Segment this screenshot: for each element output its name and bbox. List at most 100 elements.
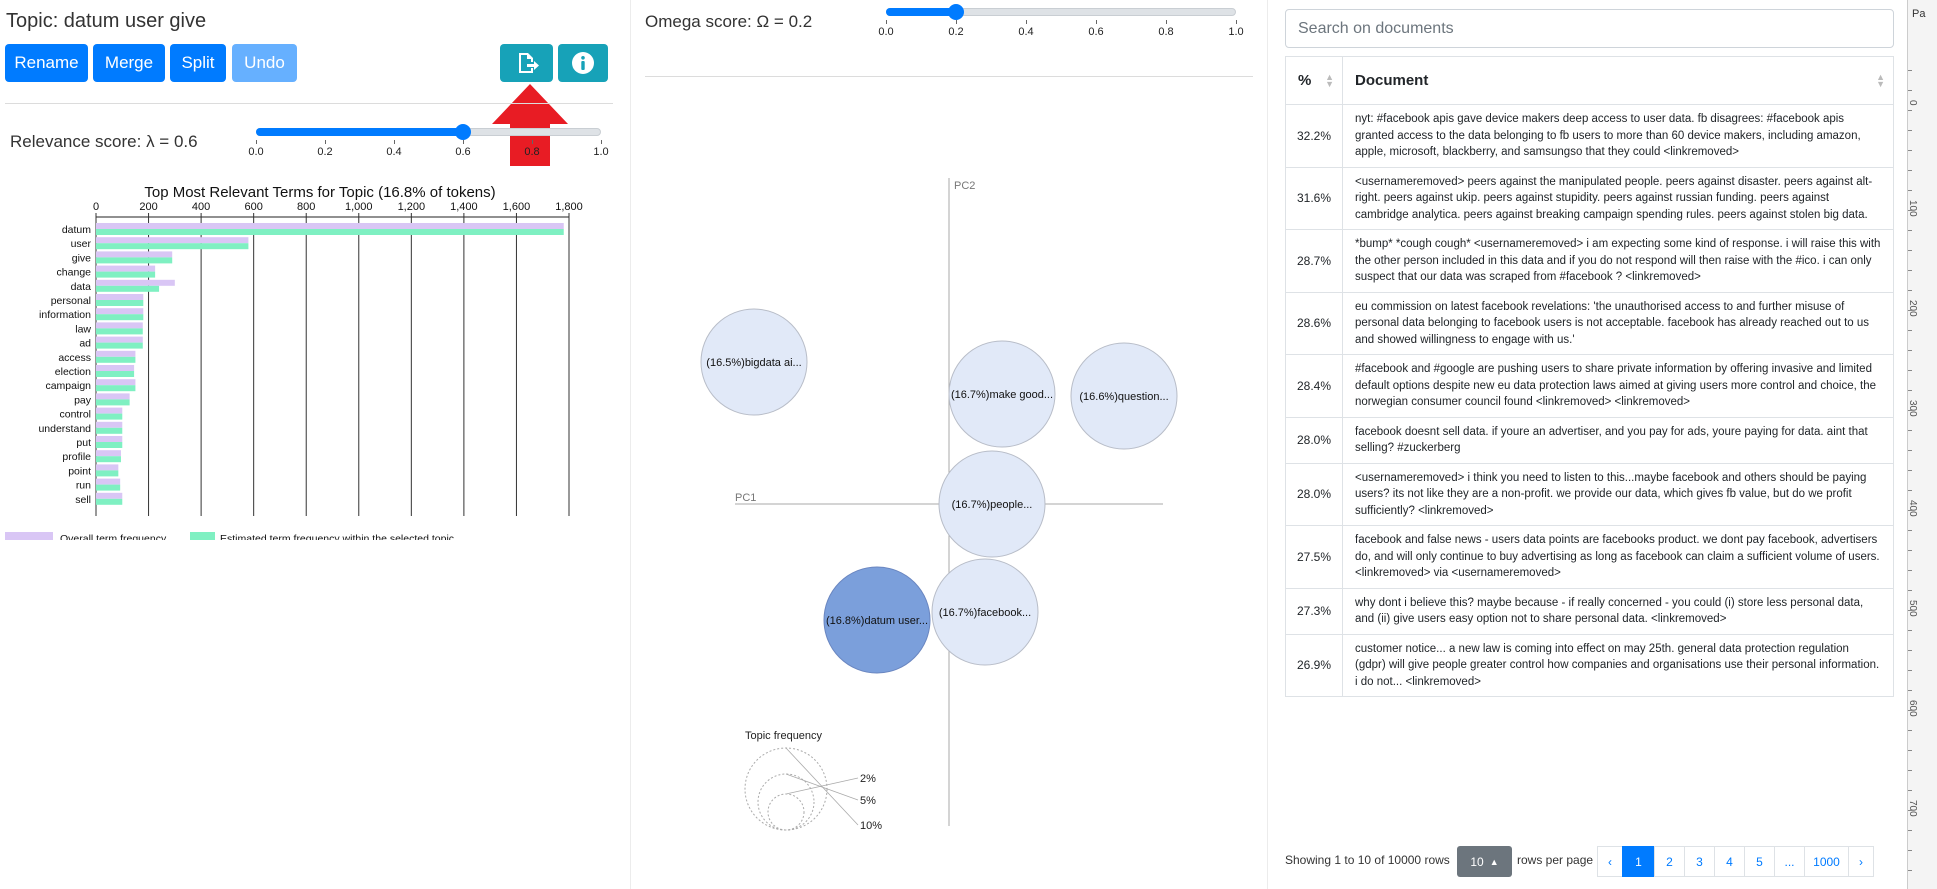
column-header-percent[interactable]: % ▲ ▼ [1285,56,1343,105]
table-row[interactable]: 28.7% *bump* *cough cough* <usernameremov… [1285,229,1894,293]
table-row[interactable]: 28.6% eu commission on latest facebook re… [1285,291,1894,355]
bar-overall[interactable] [96,478,121,485]
omega-slider[interactable]: 0.0 0.2 0.4 0.6 0.8 1.0 [878,4,1244,44]
term-bar-chart: Top Most Relevant Terms for Topic (16.8%… [5,184,583,540]
table-row[interactable]: 27.3% why dont i believe this? maybe beca… [1285,587,1894,635]
bar-overall[interactable] [96,350,136,357]
category-label: information [39,309,91,321]
relevance-slider-thumb[interactable] [455,124,471,140]
bar-topic[interactable] [96,271,156,278]
relevance-slider-tick-label: 0.0 [248,146,264,158]
bar-topic[interactable] [96,356,136,363]
omega-slider-tick-label: 0.4 [1018,26,1034,38]
ruler-tick [1908,690,1912,691]
bar-overall[interactable] [96,237,249,244]
category-label: sell [75,494,91,506]
x-tick-label: 1,200 [398,201,426,213]
page-button[interactable]: 3 [1684,846,1715,877]
bar-overall[interactable] [96,379,136,386]
category-label: point [68,465,91,477]
page-prev-button[interactable]: ‹ [1597,846,1623,877]
rows-per-page-dropdown[interactable]: 10 ▲ [1457,846,1512,877]
page-button[interactable]: ... [1774,846,1805,877]
undo-button[interactable]: Undo [232,44,297,82]
bar-topic[interactable] [96,371,135,377]
export-file-icon [518,53,539,73]
ruler-tick [1908,430,1912,431]
table-row[interactable]: 28.0% facebook doesnt sell data. if youre… [1285,416,1894,464]
relevance-slider-tick-mark [394,140,395,144]
bar-overall[interactable] [96,322,143,329]
bar-topic[interactable] [96,300,144,306]
page-button[interactable]: 1 [1622,846,1655,877]
row-document: facebook and false news - users data poi… [1342,525,1894,589]
split-button[interactable]: Split [170,44,226,82]
omega-slider-thumb[interactable] [948,4,964,20]
bar-topic[interactable] [96,257,173,264]
bar-topic[interactable] [96,285,160,292]
bar-topic[interactable] [96,314,144,321]
ruler-tick [1908,870,1912,871]
bar-topic[interactable] [96,498,123,505]
bar-topic[interactable] [96,342,143,349]
bar-overall[interactable] [96,450,121,457]
ruler-tick [1908,850,1912,851]
search-input[interactable]: Search on documents [1285,9,1894,48]
ruler-tick [1908,230,1912,231]
row-document: why dont i believe this? maybe because -… [1342,587,1894,635]
page-button[interactable]: 2 [1654,846,1685,877]
bar-overall[interactable] [96,421,123,428]
x-tick-label: 1,600 [503,201,531,213]
bar-overall[interactable] [96,436,123,442]
topic-title: Topic: datum user give [6,10,207,32]
bar-overall[interactable] [96,464,119,471]
bar-overall[interactable] [96,294,144,300]
rename-button[interactable]: Rename [5,44,88,82]
table-row[interactable]: 32.2% nyt: #facebook apis gave device mak… [1285,104,1894,168]
relevance-slider[interactable]: 0.0 0.2 0.4 0.6 0.8 1.0 [248,124,609,164]
page-button[interactable]: 1000 [1804,846,1849,877]
bar-overall[interactable] [96,308,144,315]
column-header-document[interactable]: Document ▲ ▼ [1342,56,1894,105]
info-button[interactable] [558,44,608,82]
bar-topic[interactable] [96,399,130,406]
bar-topic[interactable] [96,470,119,477]
row-percent: 28.0% [1285,416,1343,464]
bar-topic[interactable] [96,229,564,235]
page-next-button[interactable]: › [1848,846,1874,877]
bar-overall[interactable] [96,223,564,229]
bar-overall[interactable] [96,407,123,414]
table-row[interactable]: 27.5% facebook and false news - users dat… [1285,525,1894,589]
bar-overall[interactable] [96,336,143,343]
ruler-tick [1908,150,1912,151]
row-percent: 27.5% [1285,525,1343,589]
bar-topic[interactable] [96,484,121,491]
omega-slider-tick-mark [1026,20,1027,24]
bar-overall[interactable] [96,492,123,499]
merge-button[interactable]: Merge [93,44,165,82]
table-row[interactable]: 28.0% <usernameremoved> i think you need … [1285,462,1894,526]
bar-topic[interactable] [96,385,136,392]
bar-overall[interactable] [96,279,175,286]
ruler-tick [1908,650,1912,651]
bar-topic[interactable] [96,413,123,420]
export-button[interactable] [500,44,553,82]
bar-overall[interactable] [96,393,130,400]
bar-topic[interactable] [96,427,123,434]
bar-topic[interactable] [96,243,249,250]
bar-topic[interactable] [96,456,121,463]
bar-overall[interactable] [96,265,156,272]
bar-overall[interactable] [96,365,135,371]
bar-topic[interactable] [96,328,143,335]
table-row[interactable]: 28.4% #facebook and #google are pushing u… [1285,354,1894,418]
table-row[interactable]: 31.6% <usernameremoved> peers against the… [1285,166,1894,230]
bar-overall[interactable] [96,251,173,258]
page-button[interactable]: 5 [1744,846,1775,877]
ruler-tick [1908,530,1912,531]
ruler-tick [1908,170,1912,171]
bar-topic[interactable] [96,442,123,448]
topic-map[interactable]: PC2 PC1 (16.5%)bigdata ai... (16.7%)make go… [640,170,1180,850]
x-tick-label: 1,000 [345,201,373,213]
table-row[interactable]: 26.9% customer notice... a new law is com… [1285,633,1894,697]
page-button[interactable]: 4 [1714,846,1745,877]
